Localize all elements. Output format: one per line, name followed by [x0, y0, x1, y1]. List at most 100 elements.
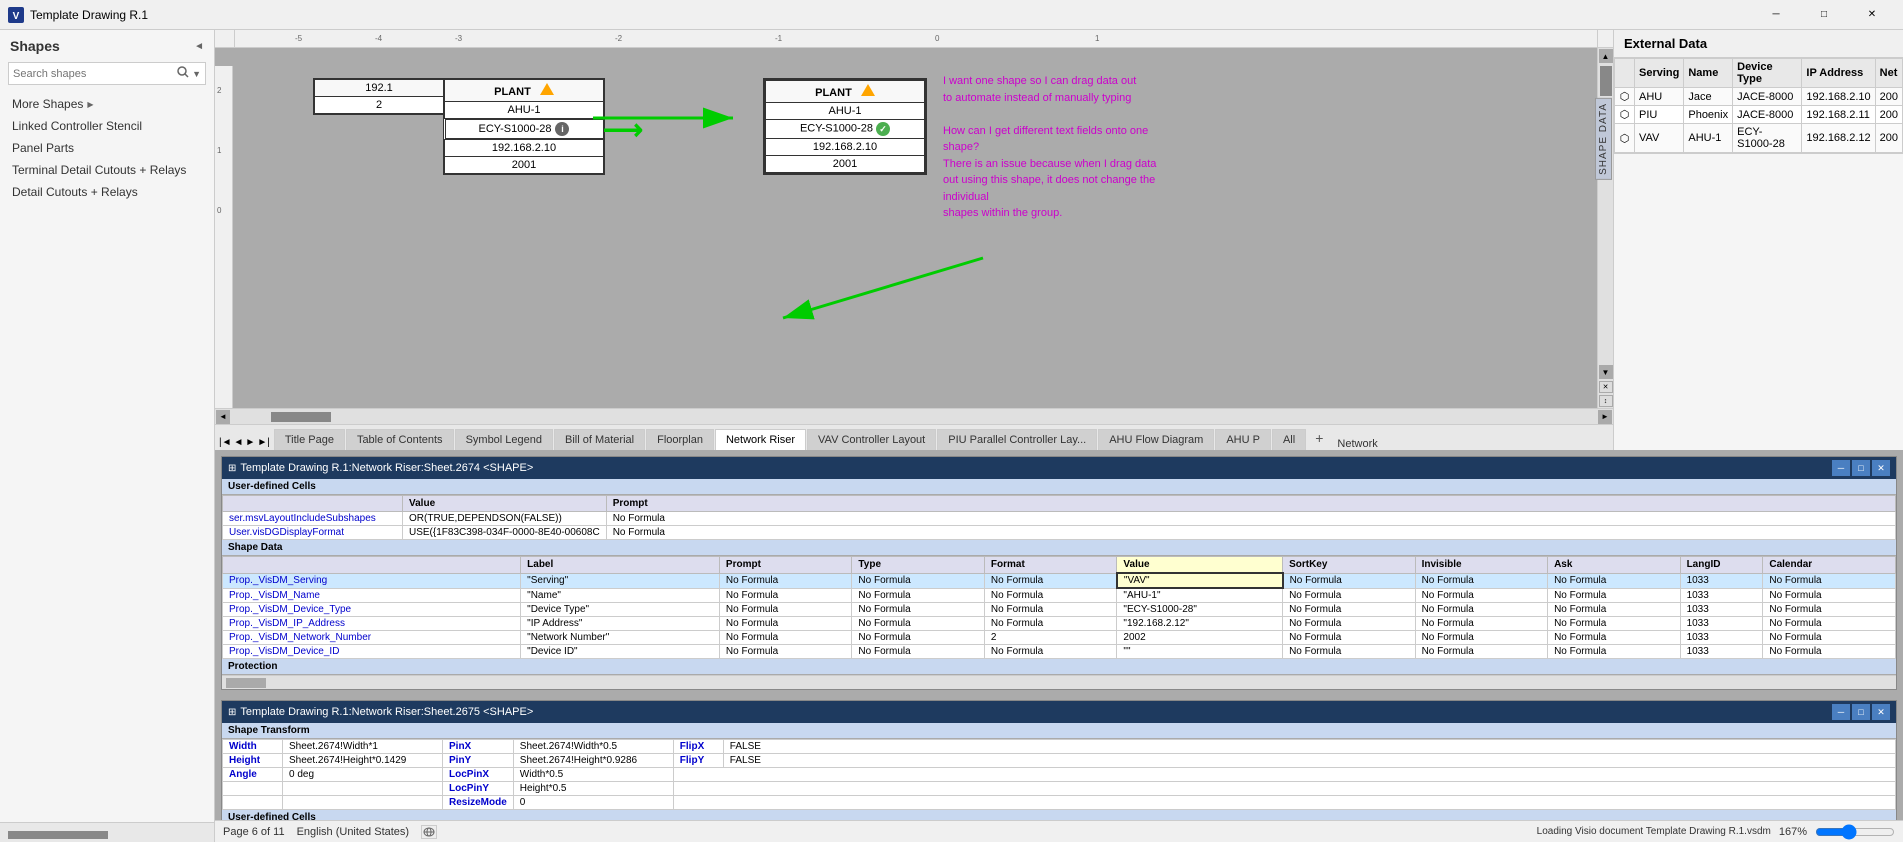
ss1-sd-langid-5: 1033 — [1680, 631, 1763, 645]
tab-nav-next[interactable]: ► — [245, 437, 255, 448]
shape-data-label: SHAPE DATA — [1595, 98, 1612, 180]
tab-network-riser[interactable]: Network Riser — [715, 429, 806, 450]
tab-symbol-legend[interactable]: Symbol Legend — [455, 429, 553, 450]
detail-cutouts-item[interactable]: Detail Cutouts + Relays — [0, 181, 214, 203]
ss1-sd-row-1[interactable]: Prop._VisDM_Serving "Serving" No Formula… — [223, 573, 1896, 588]
tab-title-page[interactable]: Title Page — [274, 429, 345, 450]
tab-ahu-flow[interactable]: AHU Flow Diagram — [1098, 429, 1214, 450]
ss2-close[interactable]: ✕ — [1872, 704, 1890, 720]
scroll-thumb[interactable] — [8, 831, 108, 839]
ruler-right-corner — [1597, 30, 1613, 48]
language-icon — [421, 825, 437, 839]
ss1-user-defined-header: User-defined Cells — [222, 479, 1896, 495]
scroll-thumb[interactable] — [1600, 66, 1612, 96]
external-data-header: External Data — [1614, 30, 1903, 58]
expand-button[interactable]: ↕ — [1599, 395, 1613, 407]
tab-vav-controller[interactable]: VAV Controller Layout — [807, 429, 936, 450]
ss1-ud-prompt-1: No Formula — [606, 512, 1895, 526]
ss1-close[interactable]: ✕ — [1872, 460, 1890, 476]
ss1-ud-row-2[interactable]: User.visDGDisplayFormat USE({1F83C398-03… — [223, 526, 1896, 540]
shape-box-1[interactable]: 192.1 2 — [313, 78, 445, 115]
ext-row-1[interactable]: ⬡ AHU Jace JACE-8000 192.168.2.10 200 — [1615, 88, 1903, 106]
horizontal-scrollbar[interactable]: ◄ ► — [215, 408, 1613, 424]
tab-ahu-p[interactable]: AHU P — [1215, 429, 1271, 450]
search-dropdown[interactable]: ▼ — [192, 69, 201, 79]
shape2-plant-label: PLANT — [766, 81, 925, 103]
green-arrows-bottom — [733, 248, 1013, 328]
ss1-sd-label-4: "IP Address" — [521, 617, 720, 631]
maximize-button[interactable]: □ — [1801, 0, 1847, 30]
linked-controller-stencil-item[interactable]: Linked Controller Stencil — [0, 115, 214, 137]
ss1-hscroll-thumb[interactable] — [226, 678, 266, 688]
tab-nav-first[interactable]: |◄ — [219, 437, 232, 448]
close-pane-button[interactable]: ✕ — [1599, 381, 1613, 393]
panel-parts-item[interactable]: Panel Parts — [0, 137, 214, 159]
ext-net-3: 200 — [1875, 124, 1902, 153]
ss1-sd-type-4: No Formula — [852, 617, 985, 631]
ss1-sd-type-2: No Formula — [852, 588, 985, 603]
tab-all[interactable]: All — [1272, 429, 1306, 450]
ss1-sd-row-6[interactable]: Prop._VisDM_Device_ID "Device ID" No For… — [223, 645, 1896, 659]
ss1-ud-value-2: USE({1F83C398-034F-0000-8E40-00608C — [403, 526, 607, 540]
ext-device-1: JACE-8000 — [1733, 88, 1802, 106]
ss1-sd-row-4[interactable]: Prop._VisDM_IP_Address "IP Address" No F… — [223, 617, 1896, 631]
search-bar[interactable]: ▼ — [8, 62, 206, 85]
ss1-sd-label-3: "Device Type" — [521, 603, 720, 617]
ext-row-2[interactable]: ⬡ PIU Phoenix JACE-8000 192.168.2.11 200 — [1615, 106, 1903, 124]
ext-ip-1: 192.168.2.10 — [1802, 88, 1875, 106]
ss2-resizemode-value: 0 — [513, 796, 673, 810]
ss1-sd-row-5[interactable]: Prop._VisDM_Network_Number "Network Numb… — [223, 631, 1896, 645]
tab-floorplan[interactable]: Floorplan — [646, 429, 714, 450]
terminal-detail-item[interactable]: Terminal Detail Cutouts + Relays — [0, 159, 214, 181]
shapes-collapse-button[interactable]: ◄ — [194, 41, 204, 52]
ss1-sd-col-format: Format — [984, 557, 1117, 574]
shapes-panel: Shapes ◄ ▼ More Shapes ▶ Linked Controll… — [0, 30, 215, 842]
ss2-transform-row-5: ResizeMode 0 — [223, 796, 1896, 810]
ss1-shape-data-header: Shape Data — [222, 540, 1896, 556]
info-icon[interactable]: i — [555, 122, 569, 136]
zoom-slider[interactable] — [1815, 824, 1895, 840]
ext-row-3[interactable]: ⬡ VAV AHU-1 ECY-S1000-28 192.168.2.12 20… — [1615, 124, 1903, 153]
shape-box-2[interactable]: PLANT AHU-1 ECY-S1000-28 — [763, 78, 927, 175]
ss2-maximize[interactable]: □ — [1852, 704, 1870, 720]
tab-table-of-contents[interactable]: Table of Contents — [346, 429, 454, 450]
more-shapes-item[interactable]: More Shapes ▶ — [0, 93, 214, 115]
scroll-right-button[interactable]: ► — [1598, 410, 1612, 424]
add-tab-button[interactable]: + — [1307, 426, 1331, 450]
ss1-sd-row-2[interactable]: Prop._VisDM_Name "Name" No Formula No Fo… — [223, 588, 1896, 603]
ss2-transform-header: Shape Transform — [222, 723, 1896, 739]
ss1-maximize[interactable]: □ — [1852, 460, 1870, 476]
close-button[interactable]: ✕ — [1849, 0, 1895, 30]
ss2-flipy-label: FlipY — [673, 754, 723, 768]
tab-nav-last[interactable]: ►| — [257, 437, 270, 448]
minimize-button[interactable]: ─ — [1753, 0, 1799, 30]
ss1-protection-header: Protection — [222, 659, 1896, 675]
tab-nav-prev[interactable]: ◄ — [234, 437, 244, 448]
scroll-down-button[interactable]: ▼ — [1599, 365, 1613, 379]
shapes-panel-header: Shapes ◄ — [0, 30, 214, 58]
search-button[interactable] — [176, 65, 190, 82]
ss1-sd-row-3[interactable]: Prop._VisDM_Device_Type "Device Type" No… — [223, 603, 1896, 617]
ss1-sd-calendar-4: No Formula — [1763, 617, 1896, 631]
ext-serving-3: VAV — [1635, 124, 1684, 153]
ss1-icon: ⊞ — [228, 463, 236, 474]
ss1-ud-row-1[interactable]: ser.msvLayoutIncludeSubshapes OR(TRUE,DE… — [223, 512, 1896, 526]
ss1-minimize[interactable]: ─ — [1832, 460, 1850, 476]
ss2-transform-row-2: Height Sheet.2674!Height*0.1429 PinY She… — [223, 754, 1896, 768]
shape-box-main[interactable]: PLANT AHU-1 ECY-S1000-28 — [443, 78, 605, 175]
ss2-transform-row-4: LocPinY Height*0.5 — [223, 782, 1896, 796]
window-title: Template Drawing R.1 — [30, 8, 1753, 22]
shape-ahu-label: AHU-1 — [445, 102, 604, 119]
tab-bill-of-material[interactable]: Bill of Material — [554, 429, 645, 450]
ss2-flipx-label: FlipX — [673, 740, 723, 754]
scroll-up-button[interactable]: ▲ — [1599, 49, 1613, 63]
ss2-minimize[interactable]: ─ — [1832, 704, 1850, 720]
ss1-sd-ask-2: No Formula — [1548, 588, 1681, 603]
ss1-hscroll[interactable] — [222, 675, 1896, 689]
search-input[interactable] — [13, 68, 176, 80]
ss2-flipx-value: FALSE — [723, 740, 1895, 754]
tab-piu-parallel[interactable]: PIU Parallel Controller Lay... — [937, 429, 1097, 450]
h-scroll-thumb[interactable] — [271, 412, 331, 422]
vertical-ruler: 2 1 0 — [215, 66, 233, 408]
scroll-left-button[interactable]: ◄ — [216, 410, 230, 424]
